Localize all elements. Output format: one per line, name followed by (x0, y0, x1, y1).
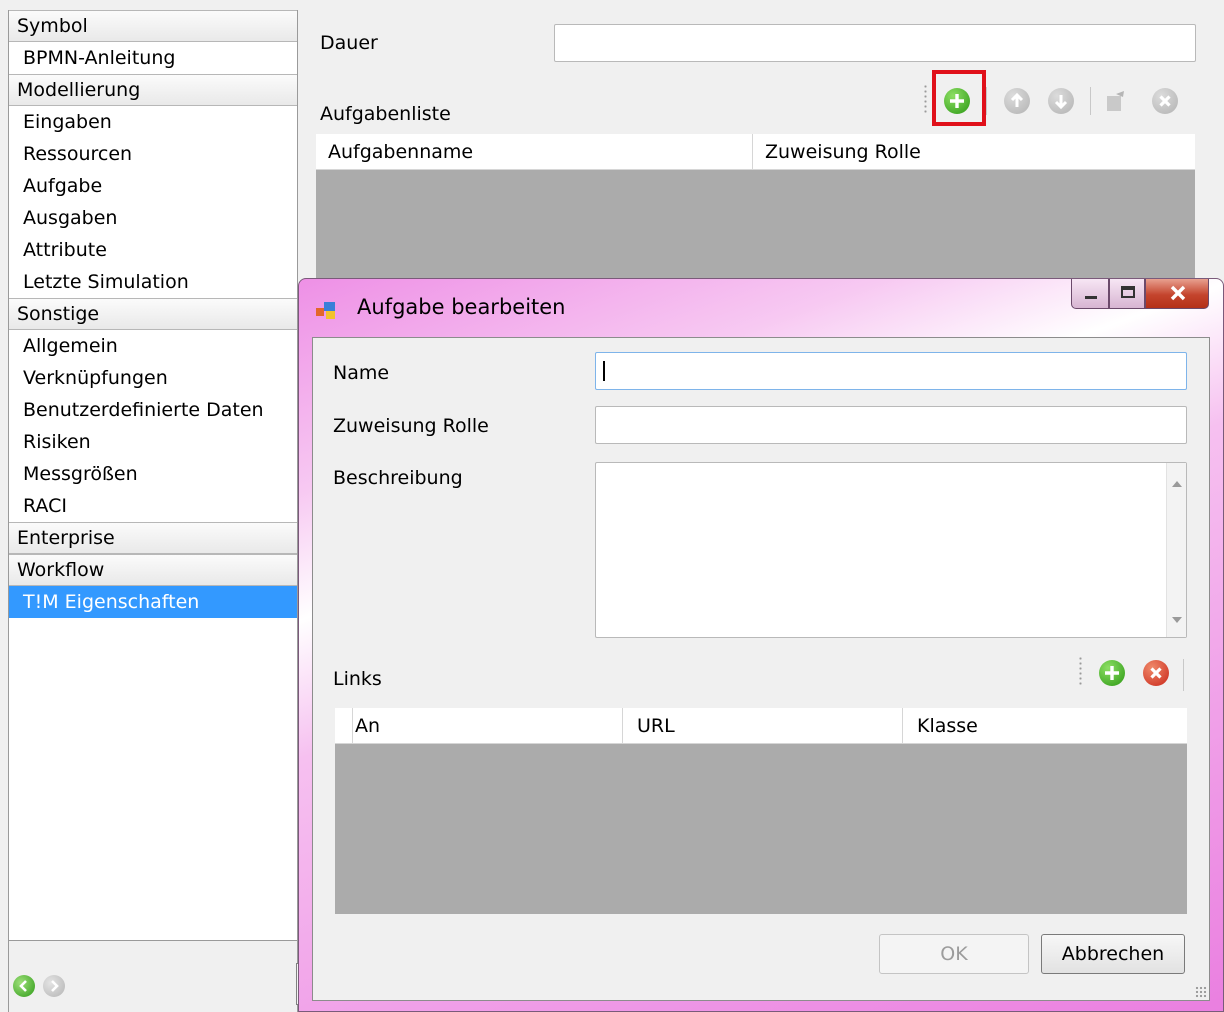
back-arrow-icon[interactable] (13, 975, 35, 997)
duration-label: Dauer (320, 32, 378, 54)
delete-link-icon[interactable] (1143, 660, 1169, 686)
ok-button[interactable]: OK (879, 934, 1029, 974)
text-cursor (603, 361, 605, 381)
nav-group-modellierung[interactable]: Modellierung (9, 74, 297, 106)
add-button-highlight (932, 70, 986, 126)
nav-group-workflow[interactable]: Workflow (9, 554, 297, 586)
cancel-button[interactable]: Abbrechen (1041, 934, 1185, 974)
links-toolbar (1075, 650, 1187, 696)
column-url[interactable]: URL (623, 708, 903, 744)
move-up-icon[interactable] (1004, 88, 1030, 114)
edit-icon[interactable] (1102, 88, 1128, 114)
minimize-button[interactable] (1071, 279, 1109, 309)
nav-item-eingaben[interactable]: Eingaben (9, 106, 297, 138)
role-input[interactable] (595, 406, 1187, 444)
toolbar-separator (1183, 659, 1184, 691)
delete-task-icon[interactable] (1152, 88, 1178, 114)
nav-item-letzte-simulation[interactable]: Letzte Simulation (9, 266, 297, 298)
nav-item-ressourcen[interactable]: Ressourcen (9, 138, 297, 170)
name-input[interactable] (595, 352, 1187, 390)
app-icon (316, 302, 335, 319)
scroll-up-icon[interactable] (1172, 481, 1182, 487)
navigation-footer (9, 940, 297, 1012)
links-grid[interactable] (335, 744, 1187, 914)
row-header-column (335, 708, 353, 744)
maximize-icon (1121, 286, 1135, 298)
links-header: An URL Klasse (335, 708, 1187, 744)
tasklist-header: Aufgabenname Zuweisung Rolle (316, 134, 1195, 170)
toolbar-separator (986, 87, 987, 115)
nav-item-bpmn-anleitung[interactable]: BPMN-Anleitung (9, 42, 297, 74)
nav-group-enterprise[interactable]: Enterprise (9, 522, 297, 554)
role-label: Zuweisung Rolle (333, 415, 489, 437)
nav-item-risiken[interactable]: Risiken (9, 426, 297, 458)
column-zuweisung-rolle[interactable]: Zuweisung Rolle (753, 134, 1195, 170)
duration-input[interactable] (554, 24, 1196, 62)
toolbar-grip (1079, 656, 1082, 686)
nav-group-symbol[interactable]: Symbol (9, 10, 297, 42)
nav-item-messgrößen[interactable]: Messgrößen (9, 458, 297, 490)
add-link-icon[interactable] (1099, 660, 1125, 686)
nav-item-tm-eigenschaften[interactable]: T!M Eigenschaften (9, 586, 297, 618)
window-controls (1071, 279, 1211, 311)
links-label: Links (333, 668, 382, 690)
forward-arrow-icon[interactable] (43, 975, 65, 997)
nav-item-ausgaben[interactable]: Ausgaben (9, 202, 297, 234)
nav-item-benutzerdefinierte-daten[interactable]: Benutzerdefinierte Daten (9, 394, 297, 426)
close-button[interactable] (1145, 279, 1209, 309)
nav-item-raci[interactable]: RACI (9, 490, 297, 522)
edit-task-dialog: Aufgabe bearbeiten Name Zuweisung Rolle … (298, 278, 1224, 1012)
nav-group-sonstige[interactable]: Sonstige (9, 298, 297, 330)
name-label: Name (333, 362, 390, 384)
column-an[interactable]: An (353, 708, 623, 744)
dialog-title: Aufgabe bearbeiten (357, 295, 566, 319)
nav-item-verknüpfungen[interactable]: Verknüpfungen (9, 362, 297, 394)
move-down-icon[interactable] (1048, 88, 1074, 114)
description-scrollbar[interactable] (1166, 463, 1186, 637)
dialog-body: Name Zuweisung Rolle Beschreibung Links (312, 337, 1210, 1001)
scroll-down-icon[interactable] (1172, 617, 1182, 623)
navigation-list: Symbol BPMN-Anleitung Modellierung Eingaben… (9, 10, 297, 618)
description-textarea[interactable] (595, 462, 1187, 638)
column-aufgabenname[interactable]: Aufgabenname (316, 134, 753, 170)
description-label: Beschreibung (333, 467, 463, 489)
maximize-button[interactable] (1109, 279, 1145, 309)
tasklist-grid[interactable] (316, 170, 1195, 280)
minimize-icon (1085, 296, 1097, 299)
navigation-panel: Symbol BPMN-Anleitung Modellierung Eingaben… (8, 10, 310, 1012)
nav-item-aufgabe[interactable]: Aufgabe (9, 170, 297, 202)
resize-grip-icon[interactable] (1195, 986, 1207, 998)
nav-item-allgemein[interactable]: Allgemein (9, 330, 297, 362)
toolbar-grip (924, 84, 927, 114)
close-icon (1170, 285, 1186, 301)
nav-item-attribute[interactable]: Attribute (9, 234, 297, 266)
tasklist-label: Aufgabenliste (320, 103, 451, 125)
toolbar-separator (1090, 87, 1091, 115)
column-klasse[interactable]: Klasse (903, 708, 1187, 744)
